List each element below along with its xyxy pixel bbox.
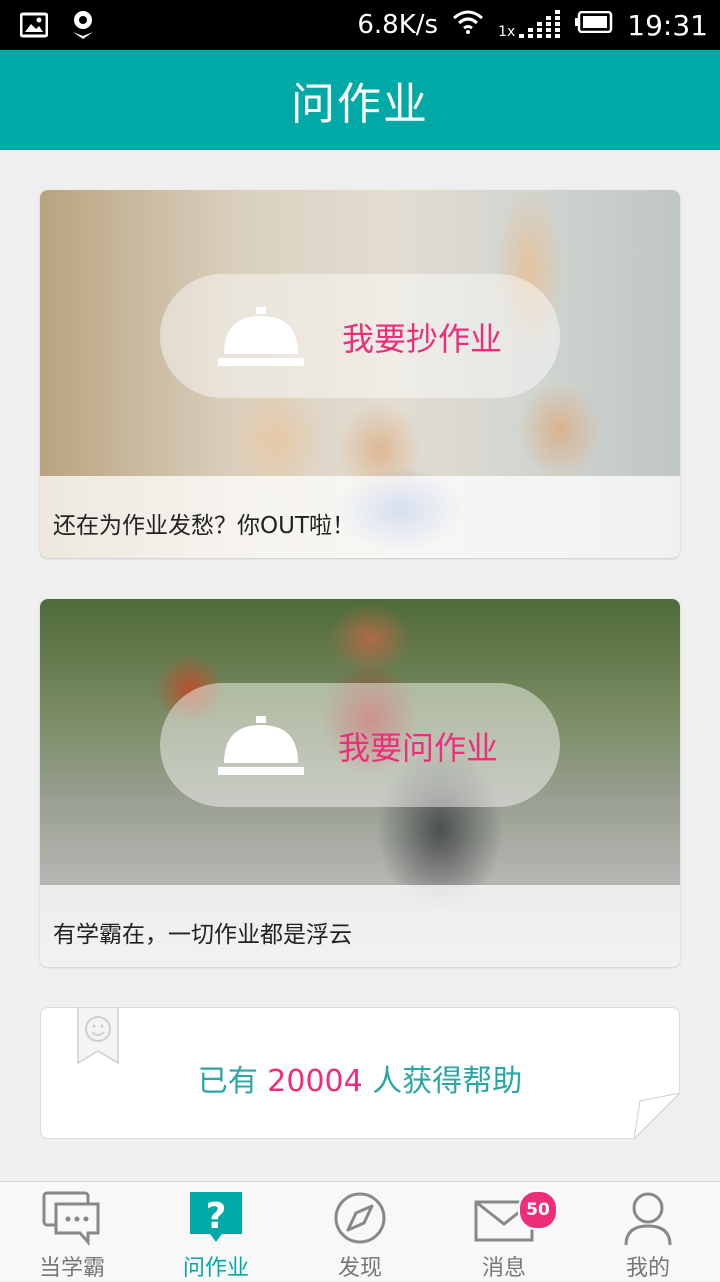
tab-label: 当学霸 [38,1256,105,1281]
image-icon [19,12,49,42]
wifi-icon [452,10,484,41]
clock: 19:31 [627,8,708,42]
service-bell-icon [218,307,304,366]
title-bar: 问作业 [0,50,720,150]
tab-label: 发现 [337,1256,382,1281]
battery-icon [575,10,613,40]
ask-homework-button[interactable]: 我要问作业 [160,683,560,807]
help-count-prefix: 已有 [197,1064,268,1099]
question-icon: ? [190,1192,242,1242]
help-count-number: 20004 [267,1064,363,1099]
page-title: 问作业 [291,79,429,130]
status-bar: 6.8K/s 1x 19:31 [0,0,720,50]
tab-be-scholar[interactable]: 当学霸 [0,1182,144,1281]
tab-messages[interactable]: 50 消息 [432,1182,576,1281]
tab-label: 问作业 [182,1256,249,1281]
caption-text: 有学霸在，一切作业都是浮云 [53,922,352,948]
page-curl-icon [634,1093,680,1139]
svg-text:?: ? [206,1196,227,1237]
tab-ask-homework[interactable]: ? 问作业 [144,1182,288,1281]
help-count-suffix: 人获得帮助 [362,1064,523,1099]
location-icon [70,10,96,44]
unread-badge: 50 [518,1190,558,1230]
tab-label: 消息 [481,1256,526,1281]
user-icon [624,1192,672,1246]
service-bell-icon [218,716,304,775]
network-speed: 6.8K/s [357,10,439,40]
copy-homework-card[interactable]: 我要抄作业 还在为作业发愁？你OUT啦！ [40,190,680,558]
signal-label: 1x [498,24,516,40]
compass-icon [334,1192,386,1244]
copy-homework-label: 我要抄作业 [342,320,503,358]
help-count-banner: 已有 20004 人获得帮助 [40,1007,680,1139]
caption-text: 还在为作业发愁？你OUT啦！ [53,513,355,539]
tab-profile[interactable]: 我的 [576,1182,720,1281]
ask-homework-label: 我要问作业 [338,729,499,767]
ask-homework-card[interactable]: 我要问作业 有学霸在，一切作业都是浮云 [40,599,680,967]
signal-icon: 1x [498,10,561,40]
chat-bubble-icon [42,1191,100,1246]
card-caption: 还在为作业发愁？你OUT啦！ [40,476,680,558]
tab-discover[interactable]: 发现 [288,1182,432,1281]
bottom-navigation: 当学霸 ? 问作业 发现 50 消息 我的 [0,1181,720,1281]
card-caption: 有学霸在，一切作业都是浮云 [40,885,680,967]
help-count-text: 已有 20004 人获得帮助 [41,1056,679,1100]
tab-label: 我的 [625,1256,670,1281]
copy-homework-button[interactable]: 我要抄作业 [160,274,560,398]
